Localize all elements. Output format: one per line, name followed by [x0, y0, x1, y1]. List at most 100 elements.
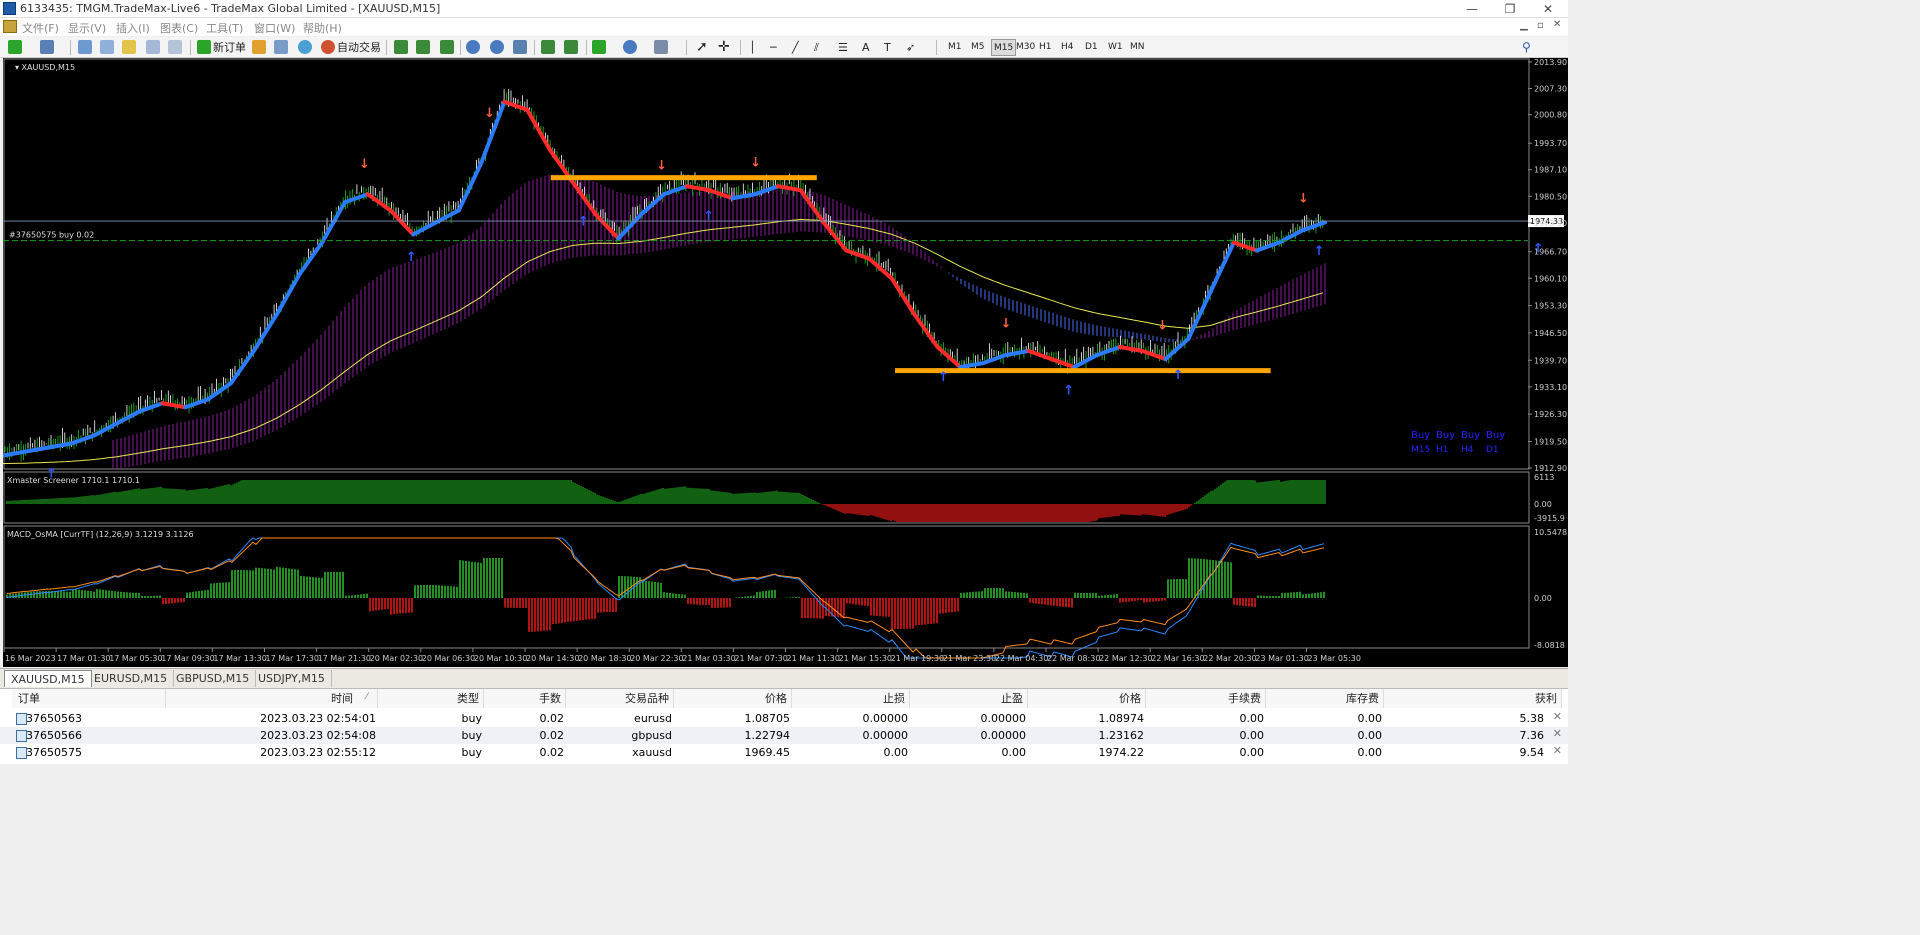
menu-help[interactable]: 帮助(H): [303, 20, 342, 36]
mdi-minimize-icon[interactable]: ▁: [1520, 20, 1528, 31]
timeframe-h1[interactable]: H1: [1037, 39, 1054, 56]
fibonacci-icon[interactable]: ☰: [838, 39, 848, 56]
col-lots[interactable]: 手数: [484, 689, 566, 708]
menu-file[interactable]: 文件(F): [22, 20, 59, 36]
tile-windows-icon[interactable]: [513, 40, 527, 54]
mdi-restore-icon[interactable]: ▫: [1537, 20, 1544, 31]
chart-window[interactable]: #37650575 buy 0.02 1974.33 ↑ ↑ ↑ ↑ ↑ ↑ ↑ ↑ ↑ ↓ ↓ ↓ ↓ ↓ ↓…: [3, 58, 1568, 667]
autoscroll-icon[interactable]: [541, 40, 555, 54]
sell-arrow-icon: ↓: [750, 155, 761, 170]
cell-order: 37650566: [26, 729, 82, 742]
auto-trade-button[interactable]: 自动交易: [337, 39, 381, 56]
trend-segment: [342, 192, 370, 205]
close-order-icon[interactable]: ✕: [1553, 744, 1562, 757]
menu-window[interactable]: 窗口(W): [254, 20, 295, 36]
new-order-button[interactable]: 新订单: [213, 39, 246, 56]
market-icon[interactable]: [298, 40, 312, 54]
menu-view[interactable]: 显示(V): [68, 20, 106, 36]
col-profit[interactable]: 获利: [1384, 689, 1562, 708]
toolbar-separator: [460, 40, 461, 55]
signal-timeframe-label: H4: [1461, 445, 1474, 455]
cell-swap: 0.00: [1357, 746, 1383, 759]
cell-symbol: gbpusd: [631, 729, 672, 742]
periods-icon[interactable]: [623, 40, 637, 54]
signals-icon[interactable]: [274, 40, 288, 54]
horizontal-line-icon[interactable]: ─: [770, 39, 777, 56]
timeframe-m15[interactable]: M15: [991, 39, 1017, 56]
col-order[interactable]: 订单: [12, 689, 166, 708]
indicators-icon[interactable]: [592, 40, 606, 54]
vertical-line-icon[interactable]: │: [749, 39, 756, 56]
buy-signal-label: Buy: [1411, 430, 1430, 441]
tester-icon[interactable]: [168, 40, 182, 54]
close-order-icon[interactable]: ✕: [1553, 727, 1562, 740]
tab-xauusd[interactable]: XAUUSD,M15: [4, 670, 92, 687]
tab-gbpusd[interactable]: GBPUSD,M15: [170, 670, 257, 687]
x-tick-label: 17 Mar 13:30: [213, 654, 266, 663]
timeframe-d1[interactable]: D1: [1083, 39, 1100, 56]
market-watch-icon[interactable]: [78, 40, 92, 54]
tab-usdjpy[interactable]: USDJPY,M15: [252, 670, 332, 687]
maximize-button[interactable]: ❐: [1490, 0, 1530, 18]
trend-segment: [388, 208, 416, 237]
arrows-icon[interactable]: ➶: [906, 39, 915, 56]
trend-segment: [456, 160, 484, 213]
chart-canvas[interactable]: #37650575 buy 0.021974.33↑↑↑ ↑↑↑↑↑ ↑↓↓↓ ↓↓ ↓…: [3, 58, 1568, 667]
timeframe-w1[interactable]: W1: [1106, 39, 1125, 56]
line-chart-icon[interactable]: [440, 40, 454, 54]
new-chart-icon[interactable]: [8, 40, 22, 54]
order-line-label: #37650575 buy 0.02: [9, 231, 94, 240]
menu-charts[interactable]: 图表(C): [160, 20, 198, 36]
x-tick-label: 22 Mar 16:30: [1151, 654, 1204, 663]
trend-line-group: [3, 99, 1327, 458]
timeframe-m30[interactable]: M30: [1014, 39, 1037, 56]
tab-eurusd[interactable]: EURUSD,M15: [88, 670, 175, 687]
col-sl[interactable]: 止损: [792, 689, 910, 708]
profiles-icon[interactable]: [40, 40, 54, 54]
col-commission[interactable]: 手续费: [1146, 689, 1266, 708]
col-price[interactable]: 价格: [674, 689, 792, 708]
timeframe-m5[interactable]: M5: [969, 39, 987, 56]
menu-insert[interactable]: 插入(I): [116, 20, 150, 36]
candlestick-icon[interactable]: [416, 40, 430, 54]
chart-shift-icon[interactable]: [564, 40, 578, 54]
channel-icon[interactable]: ⫽: [814, 39, 819, 56]
col-current-price[interactable]: 价格: [1028, 689, 1146, 708]
text-label-icon[interactable]: T: [884, 39, 891, 56]
data-window-icon[interactable]: [100, 40, 114, 54]
crosshair-icon[interactable]: ✛: [718, 39, 730, 56]
close-button[interactable]: ✕: [1528, 0, 1568, 18]
metaeditor-icon[interactable]: [252, 40, 266, 54]
navigator-icon[interactable]: [122, 40, 136, 54]
minimize-button[interactable]: —: [1452, 0, 1492, 18]
timeframe-h4[interactable]: H4: [1059, 39, 1076, 56]
col-symbol[interactable]: 交易品种: [566, 689, 674, 708]
timeframe-mn[interactable]: MN: [1128, 39, 1147, 56]
document-icon: [3, 20, 17, 33]
col-time[interactable]: 时间: [166, 689, 378, 708]
cell-price: 1969.45: [744, 746, 791, 759]
mdi-close-icon[interactable]: ✕: [1553, 19, 1561, 30]
toolbar-separator: [686, 40, 687, 55]
close-order-icon[interactable]: ✕: [1553, 710, 1562, 723]
zoom-out-icon[interactable]: [490, 40, 504, 54]
x-tick-label: 23 Mar 05:30: [1308, 654, 1361, 663]
col-swap[interactable]: 库存费: [1266, 689, 1384, 708]
cell-order: 37650563: [26, 712, 82, 725]
table-row[interactable]: 37650575 2023.03.23 02:55:12 buy 0.02 xauusd…: [0, 744, 1568, 761]
bar-chart-icon[interactable]: [394, 40, 408, 54]
timeframe-m1[interactable]: M1: [946, 39, 964, 56]
zoom-in-icon[interactable]: [466, 40, 480, 54]
table-row[interactable]: 37650566 2023.03.23 02:54:08 buy 0.02 gbpusd…: [0, 727, 1568, 744]
sell-arrow-icon: ↓: [484, 106, 495, 121]
trendline-icon[interactable]: ╱: [792, 39, 799, 56]
table-row[interactable]: 37650563 2023.03.23 02:54:01 buy 0.02 eurusd…: [0, 710, 1568, 727]
templates-icon[interactable]: [654, 40, 668, 54]
terminal-icon[interactable]: [146, 40, 160, 54]
menu-tools[interactable]: 工具(T): [206, 20, 243, 36]
text-icon[interactable]: A: [862, 39, 870, 56]
col-tp[interactable]: 止盈: [910, 689, 1028, 708]
cursor-icon[interactable]: ➚: [696, 39, 708, 56]
search-icon[interactable]: ⚲: [1522, 39, 1531, 56]
col-type[interactable]: 类型: [378, 689, 484, 708]
